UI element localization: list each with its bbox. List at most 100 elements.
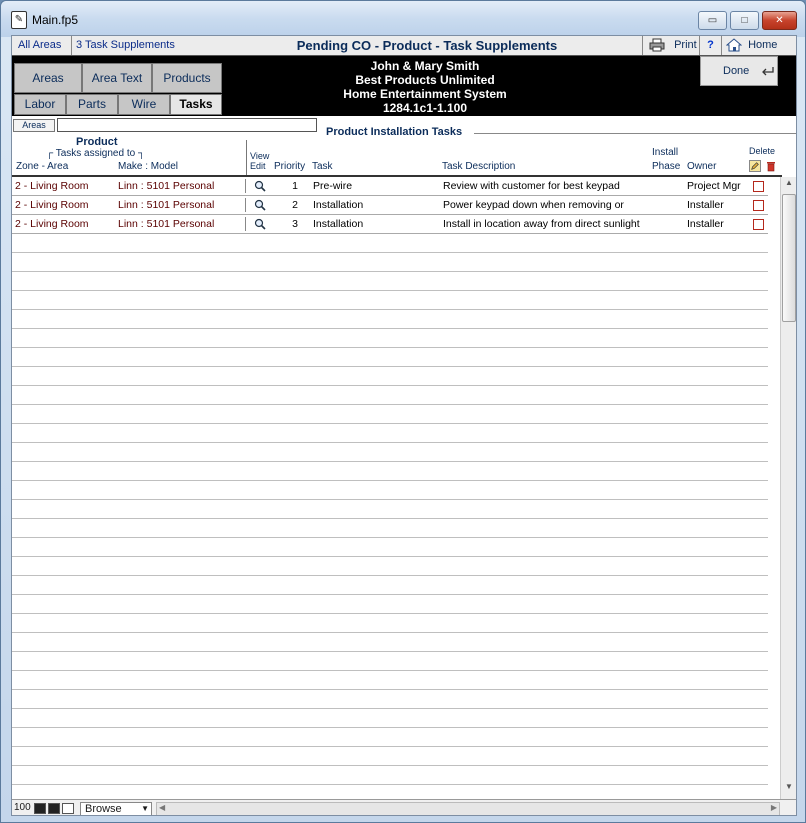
row-divider [245, 179, 246, 193]
system-name: Home Entertainment System [343, 87, 507, 101]
section-title: Product Installation Tasks [324, 126, 465, 138]
home-label: Home [748, 39, 778, 51]
task-cell: Installation [313, 199, 364, 211]
make-model-cell: Linn : 5101 Personal [118, 218, 215, 230]
empty-list-row [12, 386, 768, 405]
tab-parts[interactable]: Parts [66, 94, 118, 115]
zoom-in-icon[interactable] [48, 803, 60, 814]
header-view: View [250, 151, 270, 161]
owner-cell: Installer [687, 199, 724, 211]
empty-list-row [12, 367, 768, 386]
status-area-icon[interactable] [62, 803, 74, 814]
all-areas-button[interactable]: All Areas [12, 36, 72, 55]
row-divider [245, 198, 246, 212]
chevron-down-icon: ▼ [141, 804, 149, 813]
header-owner[interactable]: Owner [687, 161, 716, 172]
empty-list-row [12, 709, 768, 728]
mode-value: Browse [85, 803, 122, 815]
zone-area-cell: 2 - Living Room [15, 218, 89, 230]
areas-filter-label[interactable]: Areas [13, 119, 55, 132]
maximize-button[interactable]: □ [730, 11, 759, 30]
status-bar: 100 Browse ▼ ◀ ▶ [12, 799, 796, 815]
header-edit: Edit [250, 161, 266, 171]
done-button[interactable]: Done [700, 56, 778, 86]
scroll-up-arrow-icon[interactable]: ▲ [784, 178, 794, 187]
close-button[interactable]: ✕ [762, 11, 797, 30]
vertical-scrollbar[interactable]: ▲ ▼ [780, 177, 796, 799]
empty-list-row [12, 291, 768, 310]
tasks-assigned-text: Tasks assigned to [55, 148, 136, 159]
tab-areas[interactable]: Areas [14, 63, 82, 93]
empty-list-row [12, 728, 768, 747]
zone-area-cell: 2 - Living Room [15, 199, 89, 211]
header-priority[interactable]: Priority [274, 161, 305, 172]
empty-list-row [12, 747, 768, 766]
delete-checkbox[interactable] [753, 181, 764, 192]
tab-tasks[interactable]: Tasks [170, 94, 222, 115]
areas-filter-input[interactable] [57, 118, 317, 132]
empty-list-row [12, 633, 768, 652]
top-toolbar: All Areas 3 Task Supplements Pending CO … [12, 36, 796, 56]
priority-cell: 1 [292, 180, 298, 192]
header-phase[interactable]: Phase [652, 161, 680, 172]
tab-area-text[interactable]: Area Text [82, 63, 152, 93]
horizontal-scrollbar[interactable]: ◀ ▶ [156, 802, 780, 815]
job-number: 1284.1c1-1.100 [382, 101, 468, 115]
tab-products[interactable]: Products [152, 63, 222, 93]
empty-list-row [12, 443, 768, 462]
empty-list-row [12, 690, 768, 709]
scroll-right-arrow-icon[interactable]: ▶ [771, 803, 777, 812]
scroll-left-arrow-icon[interactable]: ◀ [159, 803, 165, 812]
empty-list-row [12, 234, 768, 253]
title-bar[interactable]: ✎ Main.fp5 ▭ □ ✕ [1, 1, 805, 37]
header-zone-area[interactable]: Zone - Area [16, 161, 68, 172]
table-row[interactable]: 2 - Living Room Linn : 5101 Personal 2 I… [12, 196, 768, 215]
empty-list-row [12, 652, 768, 671]
empty-list-row [12, 272, 768, 291]
header-make-model[interactable]: Make : Model [118, 161, 178, 172]
empty-list-row [12, 253, 768, 272]
document-icon: ✎ [11, 11, 27, 29]
magnifier-icon[interactable] [254, 218, 266, 230]
delete-checkbox[interactable] [753, 200, 764, 211]
header-tasks-assigned: ┌ Tasks assigned to ┐ [46, 148, 146, 159]
task-description-cell: Install in location away from direct sun… [443, 218, 640, 230]
tab-labor[interactable]: Labor [14, 94, 66, 115]
empty-rows [12, 234, 768, 785]
empty-list-row [12, 671, 768, 690]
print-button[interactable]: Print [642, 36, 700, 55]
table-row[interactable]: 2 - Living Room Linn : 5101 Personal 3 I… [12, 215, 768, 234]
task-cell: Pre-wire [313, 180, 353, 192]
magnifier-icon[interactable] [254, 199, 266, 211]
empty-list-row [12, 462, 768, 481]
done-label: Done [723, 65, 750, 77]
empty-list-row [12, 481, 768, 500]
help-button[interactable]: ? [700, 36, 722, 55]
row-divider [245, 217, 246, 231]
magnifier-icon[interactable] [254, 180, 266, 192]
section-divider [474, 133, 796, 134]
home-button[interactable]: Home [722, 36, 796, 55]
empty-list-row [12, 595, 768, 614]
priority-cell: 2 [292, 199, 298, 211]
header-task[interactable]: Task [312, 161, 333, 172]
owner-cell: Installer [687, 218, 724, 230]
header-task-description[interactable]: Task Description [442, 161, 515, 172]
trash-icon[interactable] [765, 160, 777, 172]
app-window: ✎ Main.fp5 ▭ □ ✕ All Areas 3 Task Supple… [0, 0, 806, 823]
mode-select[interactable]: Browse ▼ [80, 802, 152, 815]
scroll-down-arrow-icon[interactable]: ▼ [784, 782, 794, 791]
table-row[interactable]: 2 - Living Room Linn : 5101 Personal 1 P… [12, 177, 768, 196]
empty-list-row [12, 766, 768, 785]
header-install: Install [652, 147, 679, 158]
minimize-button[interactable]: ▭ [698, 11, 727, 30]
pencil-icon[interactable] [749, 160, 761, 172]
client-name: John & Mary Smith [370, 59, 480, 73]
tab-wire[interactable]: Wire [118, 94, 170, 115]
task-list: 2 - Living Room Linn : 5101 Personal 1 P… [12, 177, 768, 785]
zoom-level[interactable]: 100 [14, 802, 31, 813]
window-title: Main.fp5 [32, 13, 79, 27]
scroll-thumb[interactable] [782, 194, 796, 322]
delete-checkbox[interactable] [753, 219, 764, 230]
zoom-out-icon[interactable] [34, 803, 46, 814]
